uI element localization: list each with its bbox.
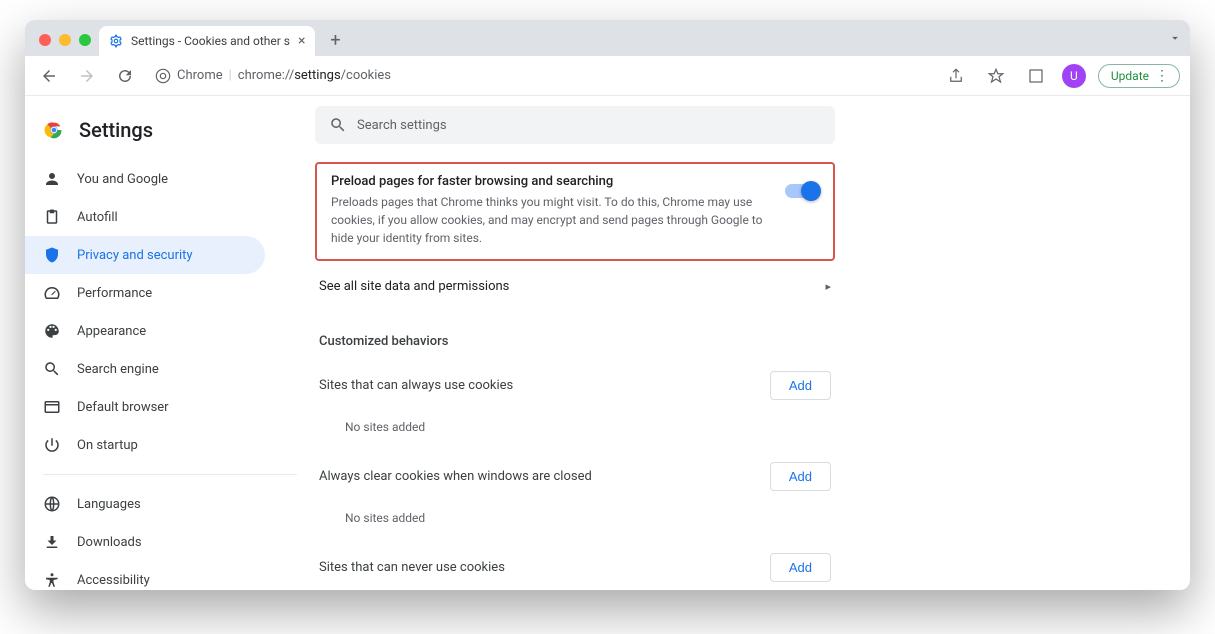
preload-description: Preloads pages that Chrome thinks you mi… [331,193,773,247]
clear-on-close-row: Always clear cookies when windows are cl… [315,448,835,505]
download-icon [43,533,61,551]
sidebar-item-search-engine[interactable]: Search engine [25,350,265,388]
browser-toolbar: Chrome | chrome://settings/cookies U Upd… [25,56,1190,96]
sidebar-item-label: You and Google [77,172,168,187]
clipboard-icon [43,208,61,226]
always-allow-cookies-row: Sites that can always use cookies Add [315,357,835,414]
url-scheme: Chrome [177,68,223,83]
forward-button[interactable] [73,62,101,90]
url-separator: | [229,68,232,83]
preload-setting-row: Preload pages for faster browsing and se… [315,162,835,261]
all-site-data-link[interactable]: See all site data and permissions ▸ [315,261,835,308]
accessibility-icon [43,571,61,589]
update-button[interactable]: Update ⋮ [1098,64,1180,88]
sidebar-item-label: Performance [77,286,152,301]
tab-title: Settings - Cookies and other s [131,34,290,48]
empty-state: No sites added [315,414,835,448]
sidebar-item-on-startup[interactable]: On startup [25,426,265,464]
never-allow-cookies-row: Sites that can never use cookies Add [315,539,835,590]
preload-title: Preload pages for faster browsing and se… [331,174,773,189]
search-placeholder: Search settings [357,118,447,133]
sidebar-item-autofill[interactable]: Autofill [25,198,265,236]
preload-toggle[interactable] [785,184,819,198]
menu-dots-icon: ⋮ [1155,69,1169,83]
sidebar-item-default-browser[interactable]: Default browser [25,388,265,426]
chrome-icon [155,68,171,84]
page-title: Settings [79,118,153,142]
add-button[interactable]: Add [770,553,831,582]
settings-content: Search settings Preload pages for faster… [315,96,1190,590]
sidebar-item-label: Appearance [77,324,146,339]
palette-icon [43,322,61,340]
extensions-icon[interactable] [1022,62,1050,90]
minimize-window-icon[interactable] [59,34,71,46]
row-label: Always clear cookies when windows are cl… [319,469,592,484]
sidebar-item-label: Languages [77,497,141,512]
sidebar-item-label: Search engine [77,362,159,377]
sidebar-item-performance[interactable]: Performance [25,274,265,312]
browser-tab[interactable]: Settings - Cookies and other s × [99,26,315,56]
chevron-right-icon: ▸ [825,280,831,293]
person-icon [43,170,61,188]
sidebar-item-appearance[interactable]: Appearance [25,312,265,350]
sidebar-item-languages[interactable]: Languages [25,485,265,523]
back-button[interactable] [35,62,63,90]
close-window-icon[interactable] [39,34,51,46]
update-label: Update [1111,69,1149,83]
power-icon [43,436,61,454]
chrome-logo-icon [43,119,65,141]
cookies-panel: Preload pages for faster browsing and se… [315,162,835,590]
search-icon [329,116,347,134]
share-icon[interactable] [942,62,970,90]
shield-icon [43,246,61,264]
sidebar-item-label: Autofill [77,210,118,225]
sidebar-item-you-and-google[interactable]: You and Google [25,160,265,198]
new-tab-button[interactable]: + [321,26,349,54]
row-label: Sites that can never use cookies [319,560,505,575]
browser-window: Settings - Cookies and other s × + Chrom… [25,20,1190,590]
globe-icon [43,495,61,513]
sidebar-item-accessibility[interactable]: Accessibility [25,561,265,590]
browser-icon [43,398,61,416]
sidebar-item-privacy-security[interactable]: Privacy and security [25,236,265,274]
sidebar-item-downloads[interactable]: Downloads [25,523,265,561]
sidebar-item-label: Downloads [77,535,142,550]
sidebar-divider [43,474,297,475]
link-label: See all site data and permissions [319,279,509,294]
tab-overflow-icon[interactable] [1168,20,1182,56]
close-tab-icon[interactable]: × [298,33,305,49]
settings-header: Settings [25,106,315,160]
sidebar-item-label: Accessibility [77,573,150,588]
bookmark-star-icon[interactable] [982,62,1010,90]
profile-avatar[interactable]: U [1062,64,1086,88]
settings-gear-icon [109,34,123,48]
add-button[interactable]: Add [770,371,831,400]
page-body: Settings You and Google Autofill Privacy… [25,96,1190,590]
url-path: chrome://settings/cookies [238,68,391,83]
window-controls [35,34,99,56]
reload-button[interactable] [111,62,139,90]
empty-state: No sites added [315,505,835,539]
sidebar-item-label: On startup [77,438,138,453]
search-icon [43,360,61,378]
search-settings-input[interactable]: Search settings [315,106,835,144]
tab-strip: Settings - Cookies and other s × + [25,20,1190,56]
add-button[interactable]: Add [770,462,831,491]
sidebar-item-label: Default browser [77,400,169,415]
customized-behaviors-heading: Customized behaviors [315,308,835,357]
row-label: Sites that can always use cookies [319,378,513,393]
address-bar[interactable]: Chrome | chrome://settings/cookies [149,68,391,84]
speedometer-icon [43,284,61,302]
settings-sidebar: Settings You and Google Autofill Privacy… [25,96,315,590]
sidebar-item-label: Privacy and security [77,248,193,263]
maximize-window-icon[interactable] [79,34,91,46]
